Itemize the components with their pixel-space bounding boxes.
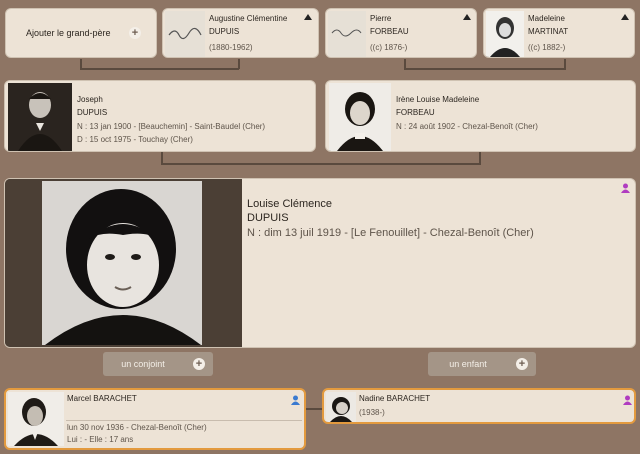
main-first-name: Louise Clémence — [247, 198, 332, 210]
spouse-ages: Lui : - Elle : 17 ans — [67, 435, 134, 444]
main-last-name: DUPUIS — [247, 212, 289, 224]
pierre-signature-photo — [328, 11, 366, 57]
joseph-birth: N : 13 jan 1900 - [Beauchemin] - Saint-B… — [77, 122, 266, 131]
joseph-first-name: Joseph — [77, 95, 103, 104]
add-child-label: un enfant — [449, 359, 487, 369]
add-grandfather-plus-icon[interactable]: + — [129, 27, 141, 39]
madeleine-dates: ((c) 1882-) — [528, 43, 566, 52]
irene-first-name: Irène Louise Madeleine — [396, 95, 480, 104]
irene-last-name: FORBEAU — [396, 108, 435, 117]
madeleine-photo — [486, 11, 524, 57]
female-person-icon-child — [623, 395, 632, 405]
add-spouse-label: un conjoint — [121, 359, 165, 369]
pierre-first-name: Pierre — [370, 14, 392, 23]
augustine-last-name: DUPUIS — [209, 27, 240, 36]
madeleine-expand-icon[interactable] — [621, 14, 629, 20]
madeleine-first-name: Madeleine — [528, 14, 565, 23]
person-card-pierre[interactable]: Pierre FORBEAU ((c) 1876-) — [325, 8, 477, 58]
connector-gp-left-h — [80, 68, 239, 70]
child-photo — [326, 392, 356, 422]
joseph-photo — [8, 83, 72, 151]
joseph-death: D : 15 oct 1975 - Touchay (Cher) — [77, 135, 193, 144]
person-card-joseph[interactable]: Joseph DUPUIS N : 13 jan 1900 - [Beauche… — [4, 80, 316, 152]
spouse-photo — [8, 392, 64, 446]
signature-photo — [165, 11, 205, 57]
person-card-irene[interactable]: Irène Louise Madeleine FORBEAU N : 24 ao… — [325, 80, 636, 152]
connector-gp-right-h — [404, 68, 566, 70]
madeleine-last-name: MARTINAT — [528, 27, 569, 36]
irene-photo — [329, 83, 391, 151]
child-dates: (1938-) — [359, 408, 385, 417]
connector-gp-right-v2 — [564, 59, 566, 69]
irene-birth: N : 24 août 1902 - Chezal-Benoît (Cher) — [396, 122, 538, 131]
pierre-expand-icon[interactable] — [463, 14, 471, 20]
connector-gp-left-v2 — [238, 59, 240, 69]
connector-parents-v2 — [479, 152, 481, 164]
female-person-icon — [621, 183, 630, 193]
person-card-augustine[interactable]: Augustine Clémentine DUPUIS (1880-1962) — [162, 8, 319, 58]
spouse-name: Marcel BARACHET — [67, 394, 137, 403]
pierre-last-name: FORBEAU — [370, 27, 409, 36]
child-card-nadine[interactable]: Nadine BARACHET (1938-) — [322, 388, 636, 424]
add-child-plus-icon[interactable]: + — [516, 358, 528, 370]
connector-parents-v1 — [161, 152, 163, 164]
main-birth: N : dim 13 juil 1919 - [Le Fenouillet] -… — [247, 227, 534, 239]
connector-spouse-child — [304, 408, 324, 410]
male-person-icon — [291, 395, 300, 405]
person-card-madeleine[interactable]: Madeleine MARTINAT ((c) 1882-) — [483, 8, 635, 58]
spouse-birth: lun 30 nov 1936 - Chezal-Benoît (Cher) — [67, 423, 207, 432]
add-grandfather-card[interactable]: Ajouter le grand-père + — [5, 8, 157, 58]
spouse-card-marcel[interactable]: Marcel BARACHET lun 30 nov 1936 - Chezal… — [4, 388, 306, 450]
add-child-button[interactable]: un enfant + — [428, 352, 536, 376]
add-spouse-button[interactable]: un conjoint + — [103, 352, 213, 376]
person-card-main-louise[interactable]: Louise Clémence DUPUIS N : dim 13 juil 1… — [4, 178, 636, 348]
connector-parents-h — [161, 163, 481, 165]
add-spouse-plus-icon[interactable]: + — [193, 358, 205, 370]
main-person-photo — [5, 179, 242, 347]
augustine-expand-icon[interactable] — [304, 14, 312, 20]
child-name: Nadine BARACHET — [359, 394, 431, 403]
add-grandfather-label: Ajouter le grand-père — [26, 28, 111, 38]
connector-gp-right-v1 — [404, 59, 406, 69]
joseph-last-name: DUPUIS — [77, 108, 108, 117]
spouse-divider — [66, 420, 302, 421]
pierre-dates: ((c) 1876-) — [370, 43, 408, 52]
augustine-first-name: Augustine Clémentine — [209, 14, 288, 23]
augustine-dates: (1880-1962) — [209, 43, 253, 52]
